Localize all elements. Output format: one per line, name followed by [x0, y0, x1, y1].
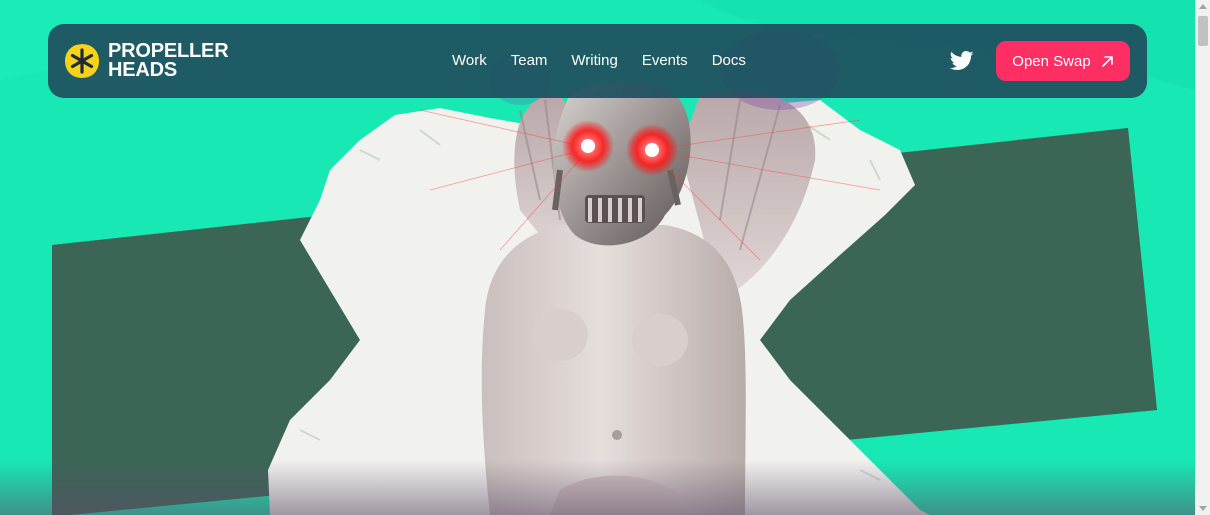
top-navigation-bar: PROPELLER HEADS Work Team Writing Events…: [48, 24, 1147, 98]
nav-link-work[interactable]: Work: [440, 24, 499, 98]
scroll-up-arrow-icon[interactable]: [1199, 4, 1207, 9]
brand-wordmark: PROPELLER HEADS: [108, 41, 229, 81]
main-nav-links: Work Team Writing Events Docs: [440, 24, 758, 98]
page-viewport: PROPELLER HEADS Work Team Writing Events…: [0, 0, 1195, 515]
brand-logo-link[interactable]: PROPELLER HEADS: [64, 41, 229, 81]
scrollbar-thumb[interactable]: [1198, 16, 1208, 46]
asterisk-badge-icon: [65, 44, 99, 78]
scroll-down-arrow-icon[interactable]: [1199, 506, 1207, 511]
nav-link-events[interactable]: Events: [630, 24, 700, 98]
nav-link-docs[interactable]: Docs: [700, 24, 758, 98]
nav-link-writing[interactable]: Writing: [559, 24, 629, 98]
twitter-icon[interactable]: [950, 51, 974, 71]
nav-link-team[interactable]: Team: [499, 24, 560, 98]
open-swap-label: Open Swap: [1012, 52, 1091, 70]
open-swap-button[interactable]: Open Swap: [996, 41, 1130, 81]
page-scrollbar[interactable]: [1195, 0, 1210, 515]
arrow-up-right-icon: [1101, 55, 1113, 67]
brand-line-2: HEADS: [108, 59, 178, 81]
